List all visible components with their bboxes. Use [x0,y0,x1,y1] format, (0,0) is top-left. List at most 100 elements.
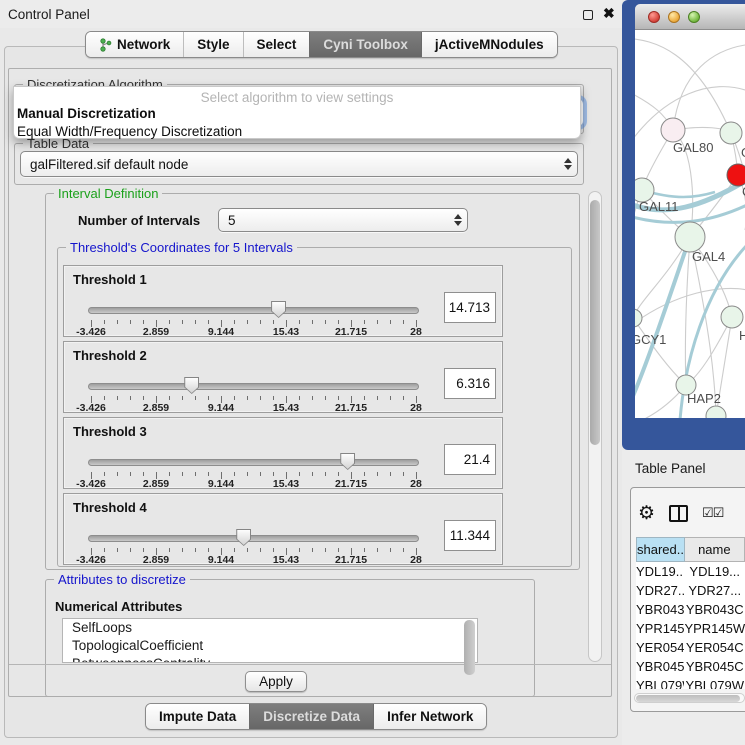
tab-infer-network[interactable]: Infer Network [373,704,486,729]
slider-thumb[interactable] [184,377,199,394]
close-traffic-light-icon[interactable] [648,11,660,23]
apply-button[interactable]: Apply [245,671,307,692]
slider-thumb[interactable] [340,453,355,470]
top-tab-bar: Network Style SelectCyni ToolboxjActiveMNo… [85,31,558,58]
columns-icon[interactable] [669,505,688,522]
table-cell[interactable]: YPR145W [636,619,684,638]
tab-network[interactable]: Network [86,32,183,57]
scrollbar-thumb[interactable] [636,695,740,702]
algorithm-dropdown-popup: Select algorithm to view settings Manual… [13,86,581,139]
number-of-intervals-combobox[interactable]: 5 [218,208,468,232]
threshold-value-field[interactable]: 11.344 [444,520,496,551]
gear-icon[interactable]: ⚙ [638,504,655,523]
threshold-value-field[interactable]: 21.4 [444,444,496,475]
tab-label: Network [117,32,170,57]
node-label: H [739,328,745,343]
tick-mark [143,548,144,552]
network-node-pink[interactable] [661,118,685,142]
tick-label: 15.43 [273,554,299,566]
threshold-value-field[interactable]: 6.316 [444,368,496,399]
table-cell[interactable]: YBR045C [684,657,745,676]
node-label: GAL11 [639,199,679,214]
network-node-red[interactable] [727,164,745,186]
tick-mark [325,472,326,476]
network-node-green[interactable] [706,406,726,418]
table-rows: YDL19...YDL19...YDR27...YDR27...YBR043CY… [636,562,745,689]
algorithm-option[interactable]: Equal Width/Frequency Discretization [14,123,580,141]
slider-track[interactable] [88,459,419,466]
table-cell[interactable]: YBR045C [636,657,684,676]
tick-mark [208,396,209,400]
tick-mark [182,320,183,324]
tab-jactivemnodules[interactable]: jActiveMNodules [421,32,557,57]
tick-mark [273,548,274,552]
float-window-icon[interactable] [583,10,593,20]
attribute-list-item[interactable]: TopologicalCoefficient [63,637,477,655]
algorithm-option[interactable]: Manual Discretization [14,105,580,123]
tab-style[interactable]: Style [183,32,242,57]
tab-discretize-data[interactable]: Discretize Data [249,704,373,729]
table-row[interactable]: YPR145WYPR145W [636,619,745,638]
tick-label: 9.144 [208,402,234,414]
table-horizontal-scrollbar[interactable] [634,693,745,703]
network-node-green[interactable] [721,306,743,328]
checkbox-icons[interactable]: ☑☑ [702,505,723,521]
minimize-traffic-light-icon[interactable] [668,11,680,23]
table-row[interactable]: YDR27...YDR27... [636,581,745,600]
attribute-list-item[interactable]: SelfLoops [63,619,477,637]
table-cell[interactable]: YER054C [684,638,745,657]
table-cell[interactable]: YBL079W [684,676,745,689]
table-row[interactable]: YBL079WYBL079W [636,676,745,689]
table-data-combobox[interactable]: galFiltered.sif default node [20,151,578,177]
tick-mark [104,548,105,552]
table-row[interactable]: YER054CYER054C [636,638,745,657]
table-cell[interactable]: YDR27... [636,581,684,600]
table-cell[interactable]: YDL19... [684,562,745,581]
node-label: G [741,145,745,160]
column-header-shared-name[interactable]: shared... [636,537,685,562]
table-row[interactable]: YBR045CYBR045C [636,657,745,676]
numerical-attributes-list[interactable]: SelfLoopsTopologicalCoefficientBetweenne… [62,618,478,663]
tick-mark [390,396,391,400]
tick-mark [195,548,196,552]
tick-label: 2.859 [143,402,169,414]
close-icon[interactable]: ✖ [603,5,615,22]
network-graph: GAL80GCGAL11GAL4GCY1HHAP2 [635,30,745,418]
zoom-traffic-light-icon[interactable] [688,11,700,23]
table-cell[interactable]: YBR043C [684,600,745,619]
tick-mark [182,548,183,552]
scrollbar-thumb[interactable] [590,200,600,445]
tick-label: 15.43 [273,402,299,414]
table-cell[interactable]: YDR27... [684,581,745,600]
slider-track[interactable] [88,307,419,314]
tick-mark [338,472,339,476]
tab-cyni-toolbox[interactable]: Cyni Toolbox [309,32,421,57]
control-panel-title: Control Panel [8,7,90,22]
slider-track[interactable] [88,383,419,390]
table-cell[interactable]: YBR043C [636,600,684,619]
attributes-scrollbar-thumb[interactable] [464,620,475,675]
attribute-list-item[interactable]: BetweennessCentrality [63,655,477,663]
slider-thumb[interactable] [271,301,286,318]
table-row[interactable]: YBR043CYBR043C [636,600,745,619]
settings-scrollbar[interactable] [588,191,602,662]
node-table[interactable]: shared... name YDL19...YDL19...YDR27...Y… [636,537,745,689]
threshold-value-field[interactable]: 14.713 [444,292,496,323]
table-cell[interactable]: YDL19... [636,562,684,581]
network-canvas[interactable]: GAL80GCGAL11GAL4GCY1HHAP2 [635,30,745,418]
table-row[interactable]: YDL19...YDL19... [636,562,745,581]
table-cell[interactable]: YER054C [636,638,684,657]
tab-impute-data[interactable]: Impute Data [146,704,249,729]
slider-track[interactable] [88,535,419,542]
network-node-green[interactable] [635,309,642,327]
table-cell[interactable]: YBL079W [636,676,684,689]
slider-thumb[interactable] [236,529,251,546]
network-window-titlebar[interactable] [635,4,745,30]
tab-select[interactable]: Select [243,32,310,57]
column-header-name[interactable]: name [685,537,745,562]
network-node-green[interactable] [675,222,705,252]
tab-label: Style [197,32,229,57]
table-cell[interactable]: YPR145W [684,619,745,638]
tick-label: 2.859 [143,478,169,490]
network-node-green[interactable] [720,122,742,144]
